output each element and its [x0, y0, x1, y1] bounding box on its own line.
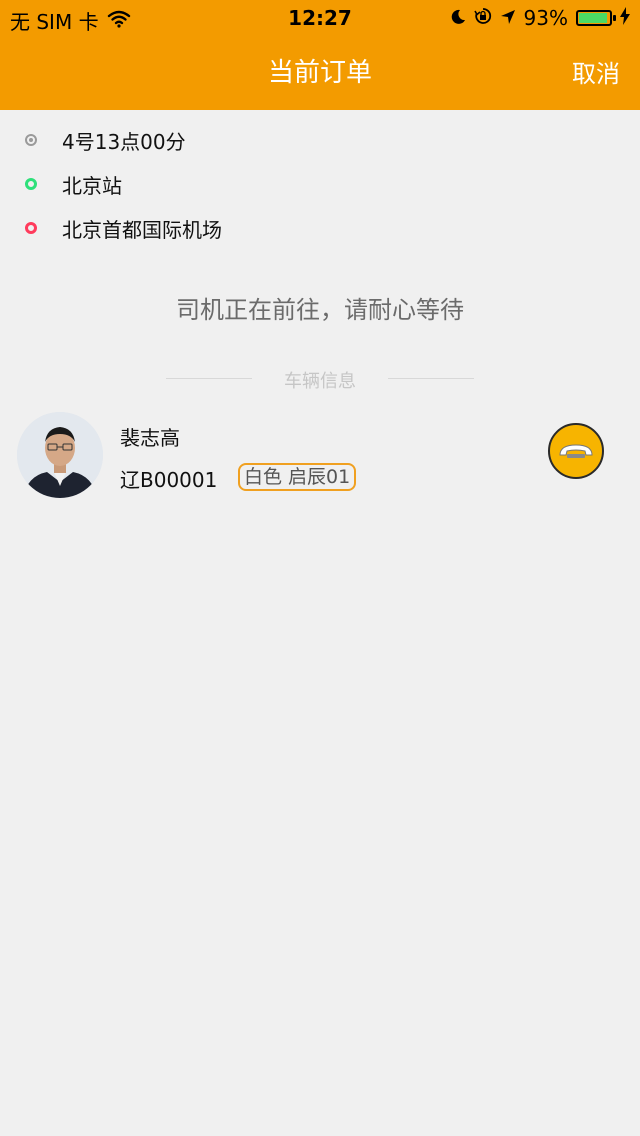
moon-icon	[450, 6, 466, 30]
end-dot-icon	[25, 222, 37, 234]
battery-icon	[576, 10, 616, 26]
route-start: 北京站	[62, 173, 122, 198]
cancel-button[interactable]: 取消	[572, 54, 620, 89]
call-driver-button[interactable]	[548, 423, 604, 479]
battery-percent: 93%	[523, 6, 568, 30]
driver-name: 裴志高	[120, 426, 180, 450]
driver-card: 裴志高 辽B00001 白色 启辰01	[0, 410, 640, 500]
route-time-row: 4号13点00分	[0, 118, 640, 162]
route-start-row: 北京站	[0, 162, 640, 206]
status-message: 司机正在前往，请耐心等待	[176, 296, 464, 324]
status-bar: 无 SIM 卡 12:27 93%	[0, 0, 640, 36]
section-label: 车辆信息	[284, 371, 356, 392]
clock-dot-icon	[25, 134, 37, 146]
charging-icon	[620, 6, 630, 30]
phone-icon	[550, 425, 602, 477]
status-right: 93%	[450, 6, 630, 30]
avatar[interactable]	[17, 412, 103, 498]
route-time: 4号13点00分	[62, 129, 186, 154]
header: 无 SIM 卡 12:27 93% 当前订单 取消	[0, 0, 640, 110]
section-divider: 车辆信息	[0, 365, 640, 393]
divider-line-right	[388, 378, 474, 379]
car-description-badge: 白色 启辰01	[238, 463, 357, 491]
start-dot-icon	[25, 178, 37, 190]
location-arrow-icon	[500, 6, 516, 30]
battery-cap	[613, 15, 616, 21]
rotation-lock-icon	[473, 6, 492, 30]
license-plate: 辽B00001	[120, 468, 218, 492]
route-end: 北京首都国际机场	[62, 217, 222, 242]
battery-fill	[579, 13, 607, 23]
page-title: 当前订单	[267, 58, 372, 88]
route-end-row: 北京首都国际机场	[0, 206, 640, 250]
